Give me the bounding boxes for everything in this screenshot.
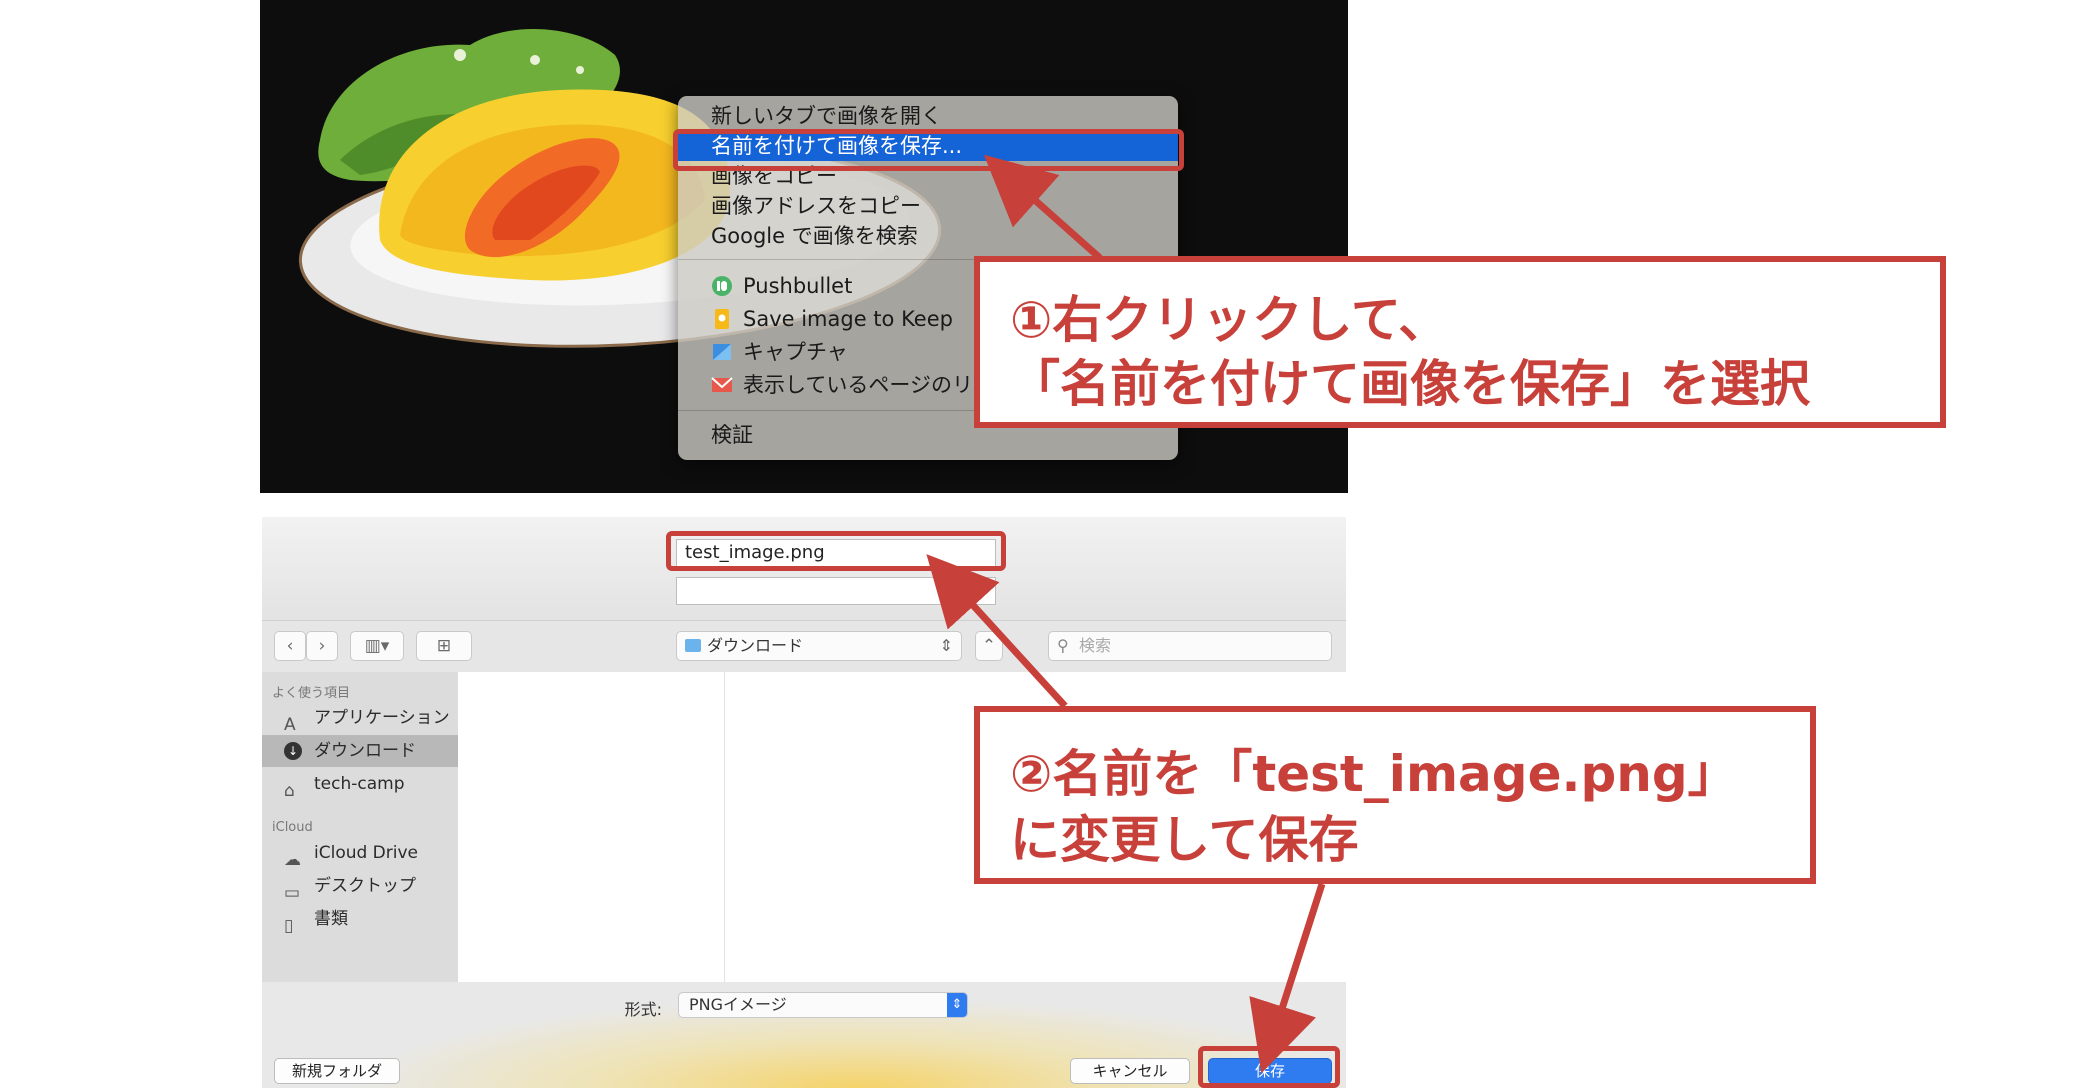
arrow-to-filename-input <box>926 554 1068 709</box>
arrow-to-save-button <box>1249 882 1326 1074</box>
annotation-arrows <box>926 154 1326 1074</box>
arrow-to-save-image-as <box>983 154 1103 261</box>
